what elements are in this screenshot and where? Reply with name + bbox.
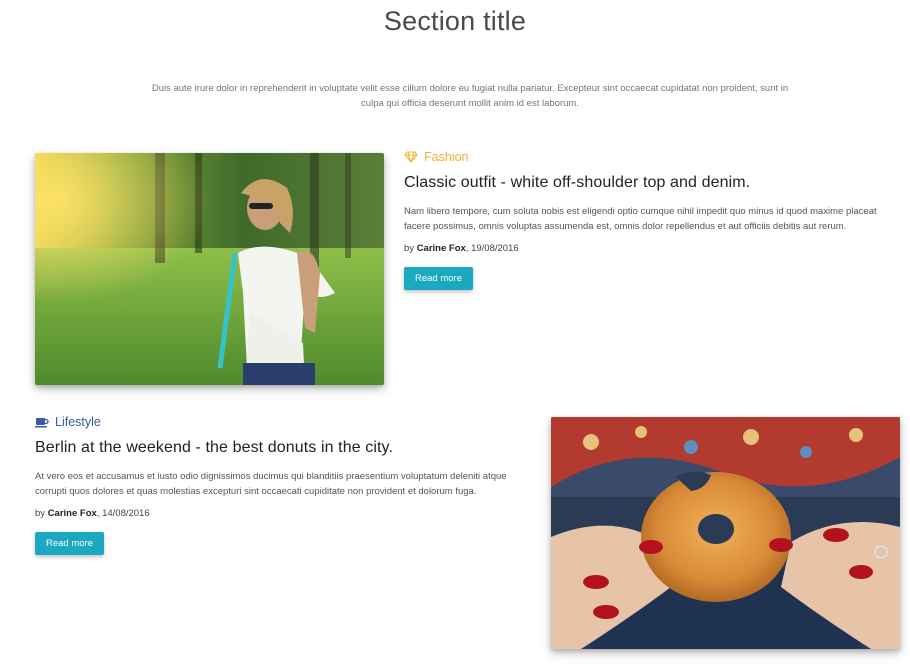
post-meta: by Carine Fox, 14/08/2016 xyxy=(35,508,530,519)
category-label: Fashion xyxy=(424,150,469,164)
post-author[interactable]: Carine Fox xyxy=(417,243,466,254)
section-lead: Duis aute irure dolor in reprehenderit i… xyxy=(151,83,789,109)
byline-prefix: by xyxy=(404,243,417,254)
coffee-cup-icon xyxy=(35,415,49,429)
byline-prefix: by xyxy=(35,508,48,519)
post-excerpt: Nam libero tempore, cum soluta nobis est… xyxy=(404,206,877,232)
post-author[interactable]: Carine Fox xyxy=(48,508,97,519)
post-image-woman-in-park[interactable] xyxy=(35,153,384,385)
post-lifestyle: Lifestyle Berlin at the weekend - the be… xyxy=(35,415,530,555)
post-date: , 14/08/2016 xyxy=(96,508,150,519)
diamond-icon xyxy=(404,150,418,164)
post-category[interactable]: Fashion xyxy=(404,150,904,164)
post-image-hands-holding-donut[interactable] xyxy=(551,417,900,649)
category-label: Lifestyle xyxy=(55,415,101,429)
section-title: Section title xyxy=(383,6,527,36)
post-meta: by Carine Fox, 19/08/2016 xyxy=(404,243,904,254)
post-excerpt: At vero eos et accusamus et iusto odio d… xyxy=(35,471,507,497)
post-category[interactable]: Lifestyle xyxy=(35,415,530,429)
post-date: , 19/08/2016 xyxy=(465,243,519,254)
read-more-button[interactable]: Read more xyxy=(404,267,473,290)
post-title[interactable]: Berlin at the weekend - the best donuts … xyxy=(35,439,530,457)
post-title[interactable]: Classic outfit - white off-shoulder top … xyxy=(404,174,904,192)
read-more-button[interactable]: Read more xyxy=(35,532,104,555)
post-fashion: Fashion Classic outfit - white off-shoul… xyxy=(404,150,904,290)
